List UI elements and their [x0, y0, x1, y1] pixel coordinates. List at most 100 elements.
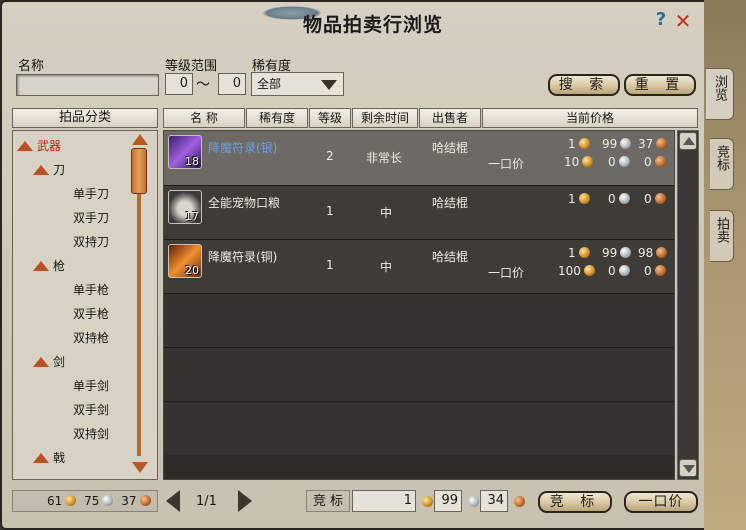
item-quantity: 20	[185, 264, 199, 277]
bid-gold-input[interactable]: 1	[352, 490, 416, 512]
bid-gold: 1	[568, 246, 590, 260]
level-max-input[interactable]: 0	[218, 73, 246, 95]
reset-button[interactable]: 重 置	[624, 74, 696, 96]
bid-silver: 0	[608, 192, 630, 206]
column-current-price[interactable]: 当前价格	[482, 108, 698, 128]
search-button[interactable]: 搜 索	[548, 74, 620, 96]
category-blade[interactable]: 刀	[33, 162, 65, 178]
silver-amount: 0	[608, 264, 616, 278]
category-label: 戟	[53, 451, 66, 465]
next-page-icon[interactable]	[238, 490, 252, 512]
item-level: 1	[326, 204, 334, 218]
silver-coin-icon	[620, 247, 632, 258]
buyout-label: 一口价	[488, 157, 525, 171]
category-one-hand-blade[interactable]: 单手刀	[73, 186, 109, 202]
category-one-hand-spear[interactable]: 单手枪	[73, 282, 109, 298]
help-icon[interactable]: ?	[652, 10, 670, 30]
gold-amount: 1	[568, 246, 576, 260]
category-dual-sword[interactable]: 双持剑	[73, 426, 109, 442]
item-time-left: 非常长	[366, 151, 403, 165]
category-halberd[interactable]: 戟	[33, 450, 65, 466]
category-weapon[interactable]: 武器	[17, 138, 61, 154]
gold-coin-icon	[578, 138, 590, 149]
table-row[interactable]: 18 降魔符录(银) 2 非常长 哈结棍 一口价 1 99 37 10 0 0	[164, 131, 674, 185]
bid-silver: 99	[602, 137, 632, 151]
name-search-input[interactable]	[16, 74, 159, 96]
bid-silver: 99	[602, 246, 632, 260]
tab-browse[interactable]: 浏览	[706, 68, 734, 120]
rarity-dropdown[interactable]: 全部	[251, 72, 344, 96]
expand-triangle-icon	[33, 165, 49, 175]
column-name[interactable]: 名 称	[163, 108, 245, 128]
level-min-input[interactable]: 0	[165, 73, 193, 95]
page-indicator: 1/1	[196, 494, 217, 509]
item-seller: 哈结棍	[432, 141, 469, 155]
category-spear[interactable]: 枪	[33, 258, 65, 274]
copper-amount: 37	[638, 137, 654, 151]
category-label: 刀	[53, 163, 66, 177]
category-scrollbar[interactable]	[130, 132, 150, 478]
bid-copper: 98	[638, 246, 668, 260]
category-two-hand-sword[interactable]: 双手剑	[73, 402, 109, 418]
table-row[interactable]: 20 降魔符录(铜) 1 中 哈结棍 一口价 1 99 98 100 0 0	[164, 239, 674, 293]
expand-triangle-icon	[33, 357, 49, 367]
bid-gold: 1	[568, 137, 590, 151]
buyout-label: 一口价	[488, 266, 525, 280]
prev-page-icon[interactable]	[166, 490, 180, 512]
copper-coin-icon	[514, 496, 525, 507]
silver-amount: 0	[608, 192, 616, 206]
level-range-label: 等级范围	[165, 59, 218, 74]
scroll-track[interactable]	[137, 194, 141, 456]
category-two-hand-spear[interactable]: 双手枪	[73, 306, 109, 322]
copper-amount: 0	[644, 192, 652, 206]
scroll-up-icon[interactable]	[132, 134, 148, 145]
category-label: 武器	[37, 139, 62, 153]
category-sword[interactable]: 剑	[33, 354, 65, 370]
buyout-gold: 100	[558, 264, 595, 278]
item-name: 降魔符录(铜)	[208, 250, 278, 264]
buyout-button[interactable]: 一口价	[624, 491, 698, 513]
gold-coin-icon	[422, 496, 433, 507]
scroll-up-icon[interactable]	[679, 132, 697, 150]
gold-amount: 1	[568, 137, 576, 151]
bid-gold: 1	[568, 192, 590, 206]
bid-button[interactable]: 竞 标	[538, 491, 612, 513]
table-row[interactable]: 17 全能宠物口粮 1 中 哈结棍 1 0 0	[164, 185, 674, 239]
category-one-hand-sword[interactable]: 单手剑	[73, 378, 109, 394]
category-label: 剑	[53, 355, 66, 369]
tab-bid[interactable]: 竞标	[710, 138, 734, 190]
scroll-thumb[interactable]	[131, 148, 147, 194]
column-rarity[interactable]: 稀有度	[246, 108, 308, 128]
expand-triangle-icon	[17, 141, 33, 151]
name-label: 名称	[18, 59, 45, 74]
category-dual-blade[interactable]: 双持刀	[73, 234, 109, 250]
empty-row	[164, 347, 674, 401]
bid-copper-input[interactable]: 34	[480, 490, 508, 512]
column-level[interactable]: 等级	[309, 108, 351, 128]
category-dual-spear[interactable]: 双持枪	[73, 330, 109, 346]
category-two-hand-blade[interactable]: 双手刀	[73, 210, 109, 226]
buyout-copper: 0	[644, 264, 666, 278]
tab-browse-label: 浏览	[712, 75, 727, 101]
item-name: 降魔符录(银)	[208, 141, 278, 155]
window-title: 物品拍卖行浏览	[302, 14, 443, 36]
buyout-silver: 0	[608, 264, 630, 278]
copper-amount: 37	[121, 494, 137, 508]
bid-silver-input[interactable]: 99	[434, 490, 462, 512]
silver-amount: 99	[602, 246, 618, 260]
scroll-down-icon[interactable]	[132, 462, 148, 473]
item-level: 2	[326, 149, 334, 163]
tab-sell-label: 拍卖	[714, 217, 729, 243]
gold-amount: 100	[558, 264, 581, 278]
expand-triangle-icon	[33, 453, 49, 463]
expand-triangle-icon	[33, 261, 49, 271]
player-money: 61 75 37	[12, 490, 158, 512]
scroll-down-icon[interactable]	[679, 459, 697, 477]
tab-sell[interactable]: 拍卖	[710, 210, 734, 262]
list-scrollbar[interactable]	[677, 130, 699, 480]
column-seller[interactable]: 出售者	[419, 108, 481, 128]
column-time-left[interactable]: 剩余时间	[352, 108, 418, 128]
purple-scroll-icon: 18	[168, 135, 202, 169]
item-name: 全能宠物口粮	[208, 196, 281, 210]
close-icon[interactable]: ✕	[672, 10, 694, 32]
